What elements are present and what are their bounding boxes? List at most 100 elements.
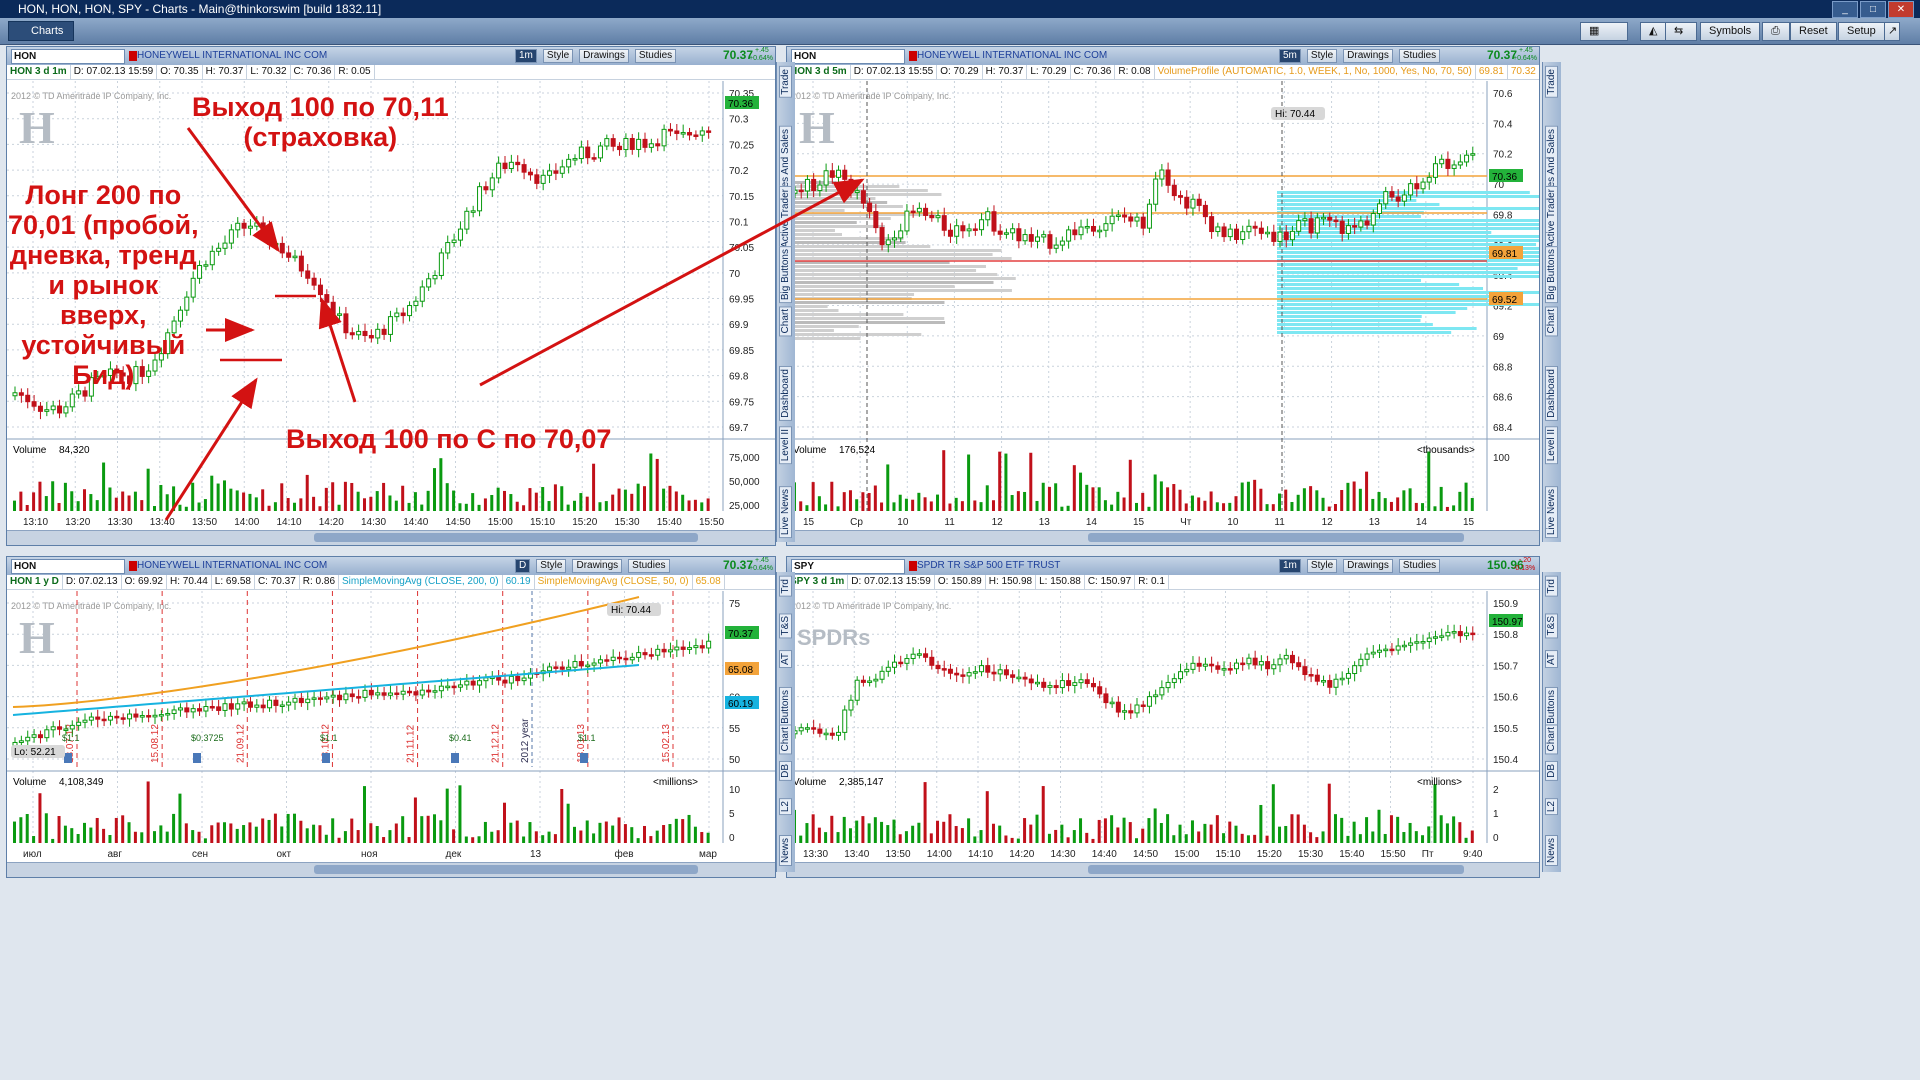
sidebar-tab[interactable]: Level II [1545, 426, 1558, 465]
volume-bar [1110, 815, 1114, 843]
year-label: 2012 year [520, 718, 531, 763]
candle-body [362, 689, 368, 698]
candle-body [879, 670, 885, 680]
volume-bar [375, 491, 379, 511]
layout-grid-icon[interactable]: ▦ [1580, 22, 1628, 41]
sidebar-tab[interactable]: Trade [779, 66, 792, 98]
close-button[interactable]: ✕ [1888, 1, 1914, 18]
candle-body [1140, 216, 1146, 229]
volume-bar [305, 828, 309, 843]
candle-body [585, 664, 591, 668]
sidebar-tab[interactable]: Dashboard [1545, 366, 1558, 421]
sidebar-tab[interactable]: News [1545, 835, 1558, 867]
window-controls: _ □ ✕ [1832, 1, 1914, 18]
volume-profile-bar [787, 281, 994, 284]
candle-body [1314, 217, 1320, 234]
sidebar-tab[interactable]: DB [779, 761, 792, 781]
candle-body [273, 699, 279, 706]
sidebar-tab[interactable]: Chart [1545, 306, 1558, 337]
sidebar-tab[interactable]: DB [1545, 761, 1558, 781]
volume-bar [1035, 500, 1039, 511]
candle-body [823, 170, 829, 186]
x-tick-label: 14:40 [1092, 849, 1117, 860]
sidebar-tab[interactable]: AT [1545, 650, 1558, 669]
sidebar-tab[interactable]: Trd [1545, 576, 1558, 597]
volume-bar [1147, 506, 1151, 511]
scroll-thumb[interactable] [314, 533, 699, 542]
sidebar-tab[interactable]: Chart [1545, 724, 1558, 755]
sidebar-tab[interactable]: Level II [779, 426, 792, 465]
maximize-button[interactable]: □ [1860, 1, 1886, 18]
volume-bar [235, 828, 239, 843]
volume-bar [1315, 837, 1319, 843]
candle-body [413, 691, 419, 696]
sidebar-tab[interactable]: Live News [1545, 486, 1558, 539]
sidebar-tab[interactable]: Chart [779, 724, 792, 755]
hi-label: Hi: 70.44 [1275, 109, 1315, 120]
detach-icon[interactable]: ↗ [1884, 22, 1900, 41]
sidebar-tab[interactable]: Big Buttons [779, 246, 792, 304]
candle-body [854, 679, 860, 701]
volume-bar [394, 500, 398, 511]
volume-unit: <thousands> [1417, 445, 1475, 456]
sidebar-tab[interactable]: Buttons [1545, 687, 1558, 727]
horizontal-scrollbar[interactable] [787, 530, 1539, 545]
scroll-thumb[interactable] [314, 865, 699, 874]
candle-body [209, 250, 215, 266]
sidebar-tab[interactable]: L2 [779, 798, 792, 816]
volume-bar [1079, 472, 1083, 511]
chart-canvas[interactable]: 757065605550июлавгсеноктноядек13февмар20… [7, 557, 775, 877]
volume-bar [293, 502, 296, 511]
volume-bar [140, 832, 144, 843]
reset-button[interactable]: Reset [1790, 22, 1837, 41]
print-icon[interactable]: ⎙ [1762, 22, 1790, 41]
sidebar-tab[interactable]: Live News [779, 486, 792, 539]
volume-profile-bar [787, 245, 931, 248]
sidebar-tab[interactable]: News [779, 835, 792, 867]
sidebar-tab[interactable]: Buttons [779, 687, 792, 727]
candle-body [508, 675, 514, 684]
chart-canvas[interactable]: 70.670.470.27069.869.669.469.26968.868.6… [787, 47, 1539, 545]
sidebar-tab[interactable]: Trade [1545, 66, 1558, 98]
volume-bar [1346, 835, 1350, 843]
horizontal-scrollbar[interactable] [7, 530, 775, 545]
price-tag-label: 69.81 [1492, 249, 1517, 260]
candle-body [566, 158, 572, 168]
volume-bar [369, 496, 373, 511]
candle-body [317, 284, 323, 296]
charts-tab[interactable]: Charts [8, 21, 75, 41]
sidebar-tab[interactable]: AT [779, 650, 792, 669]
sidebar-tab[interactable]: Big Buttons [1545, 246, 1558, 304]
volume-bar [1470, 830, 1474, 843]
sidebar-tab[interactable]: Active Trader [779, 186, 792, 251]
sidebar-tab[interactable]: L2 [1545, 798, 1558, 816]
symbols-button[interactable]: Symbols [1700, 22, 1761, 41]
candle-body [804, 727, 810, 730]
sidebar-tab[interactable]: T&S [1545, 613, 1558, 639]
volume-bar [1383, 498, 1387, 511]
sidebar-tab[interactable]: Active Trader [1545, 186, 1558, 251]
candle-body [527, 171, 533, 176]
setup-button[interactable]: Setup [1838, 22, 1885, 41]
candle-body [547, 170, 553, 176]
volume-bar [649, 453, 653, 511]
scroll-thumb[interactable] [1087, 533, 1464, 542]
horizontal-scrollbar[interactable] [787, 862, 1539, 877]
horizontal-scrollbar[interactable] [7, 862, 775, 877]
candle-body [419, 286, 425, 302]
link-icon[interactable]: ⇆ [1665, 22, 1697, 41]
candle-body [394, 692, 400, 696]
volume-bar [89, 827, 93, 843]
sidebar-tab[interactable]: Chart [779, 306, 792, 337]
sidebar-tab[interactable]: Dashboard [779, 366, 792, 421]
volume-bar [1153, 808, 1157, 843]
candle-body [426, 278, 432, 288]
sidebar-tab[interactable]: T&S [779, 613, 792, 639]
minimize-button[interactable]: _ [1832, 1, 1858, 18]
candle-body [885, 666, 891, 672]
chart-canvas[interactable]: 150.9 150.8 150.7 150.6 150.5 150.4 13:30 13:40… [787, 557, 1539, 877]
volume-bar [350, 482, 354, 511]
scroll-thumb[interactable] [1087, 865, 1464, 874]
volume-bar [573, 500, 576, 511]
sidebar-tab[interactable]: Trd [779, 576, 792, 597]
